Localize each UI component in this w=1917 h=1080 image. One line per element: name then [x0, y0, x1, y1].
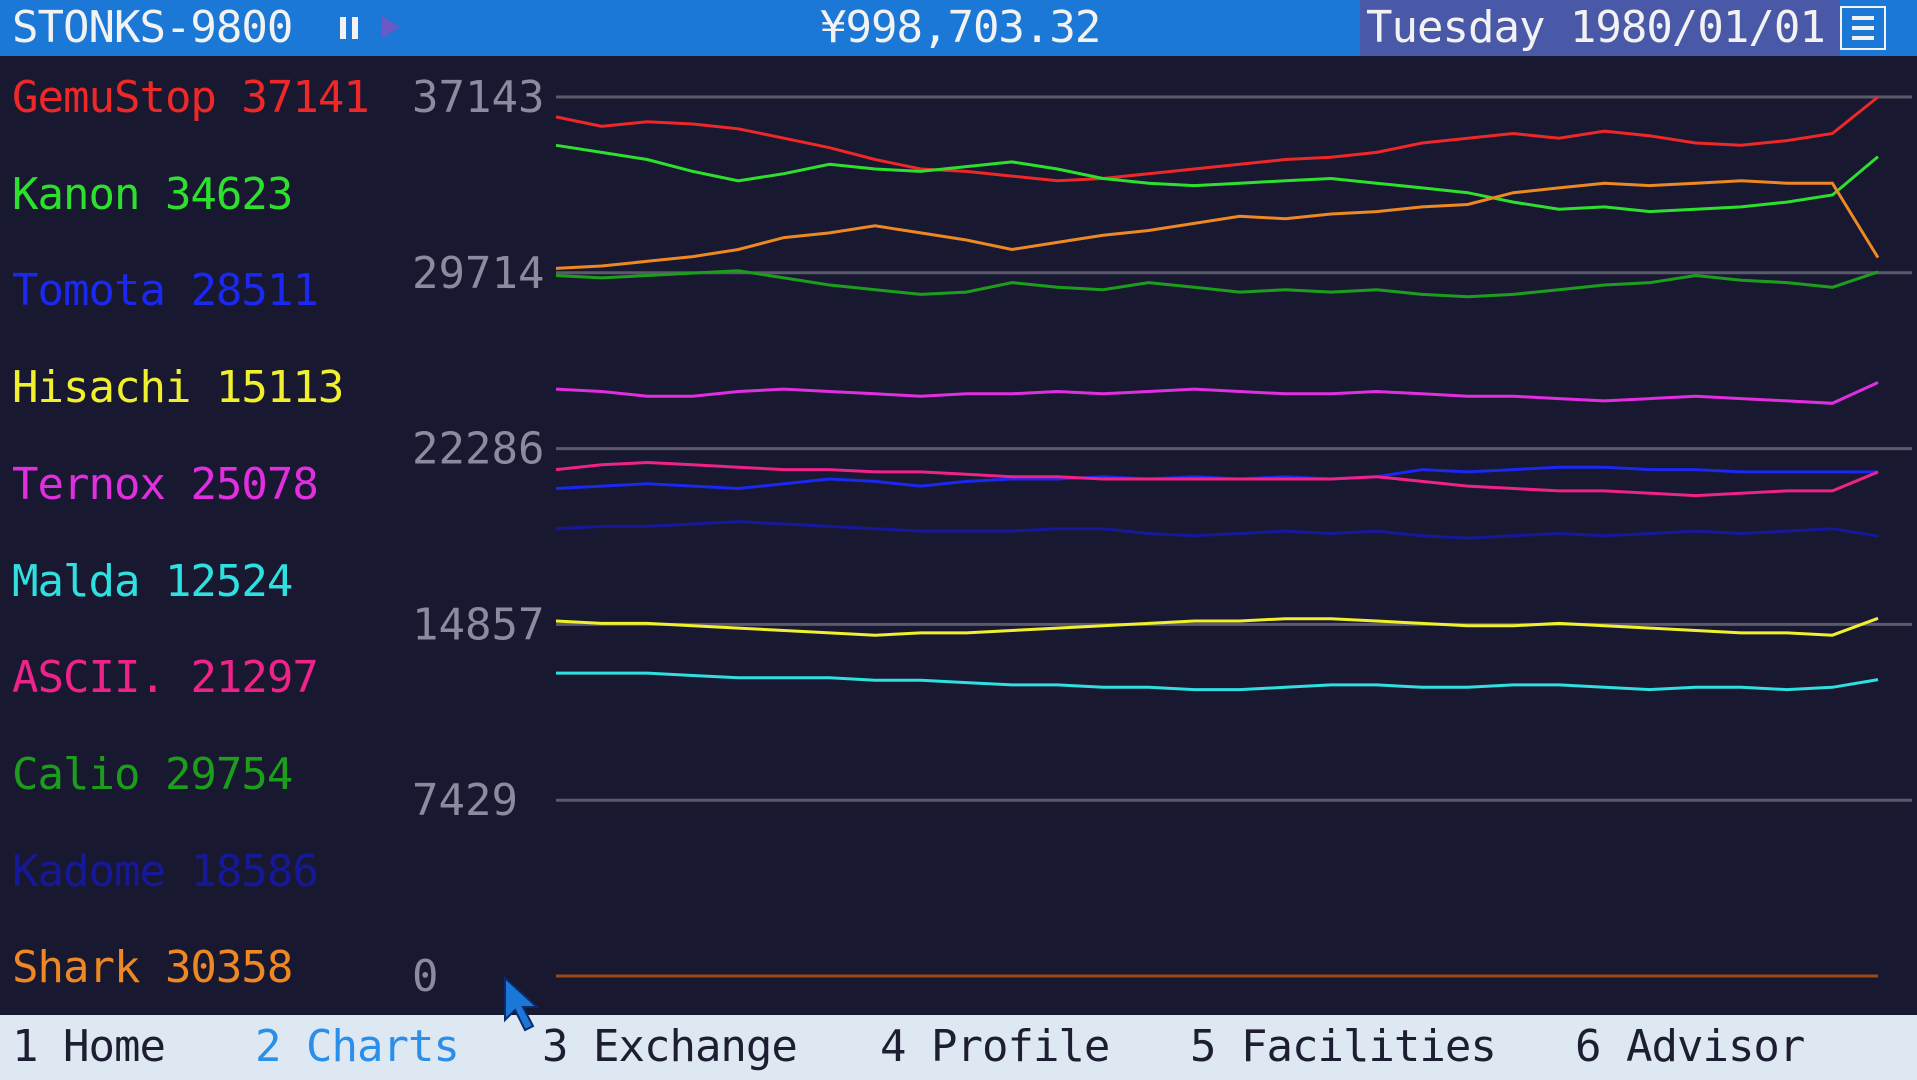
bottom-nav: 1 Home 2 Charts 3 Exchange 4 Profile 5 Facil…	[0, 1015, 1917, 1080]
series-line-gemustop	[555, 95, 1879, 183]
series-line-hisachi	[555, 616, 1879, 637]
y-tick-label: 14857	[412, 599, 544, 650]
series-line-kanon	[555, 143, 1879, 214]
tab-facilities[interactable]: 5 Facilities	[1190, 1019, 1497, 1075]
mouse-cursor-icon	[504, 976, 539, 1032]
tab-charts[interactable]: 2 Charts	[255, 1019, 460, 1075]
series-line-kadome	[555, 520, 1879, 540]
y-tick-label: 0	[412, 951, 439, 1002]
tab-exchange[interactable]: 3 Exchange	[542, 1019, 798, 1075]
series-line-malda	[556, 671, 1879, 692]
series-line-ascii	[555, 460, 1879, 498]
tab-profile[interactable]: 4 Profile	[880, 1019, 1110, 1075]
series-line-calio	[555, 269, 1879, 299]
tab-home[interactable]: 1 Home	[12, 1019, 166, 1075]
y-tick-label: 29714	[412, 248, 544, 299]
y-tick-label: 22286	[412, 424, 544, 475]
y-tick-label: 37143	[412, 72, 544, 123]
stock-chart: 37143 29714 22286 14857 7429 0	[412, 72, 1912, 1002]
series-line-shark	[555, 179, 1880, 270]
y-tick-label: 7429	[412, 775, 518, 826]
series-line-ternox	[555, 381, 1879, 405]
tab-advisor[interactable]: 6 Advisor	[1575, 1019, 1805, 1075]
